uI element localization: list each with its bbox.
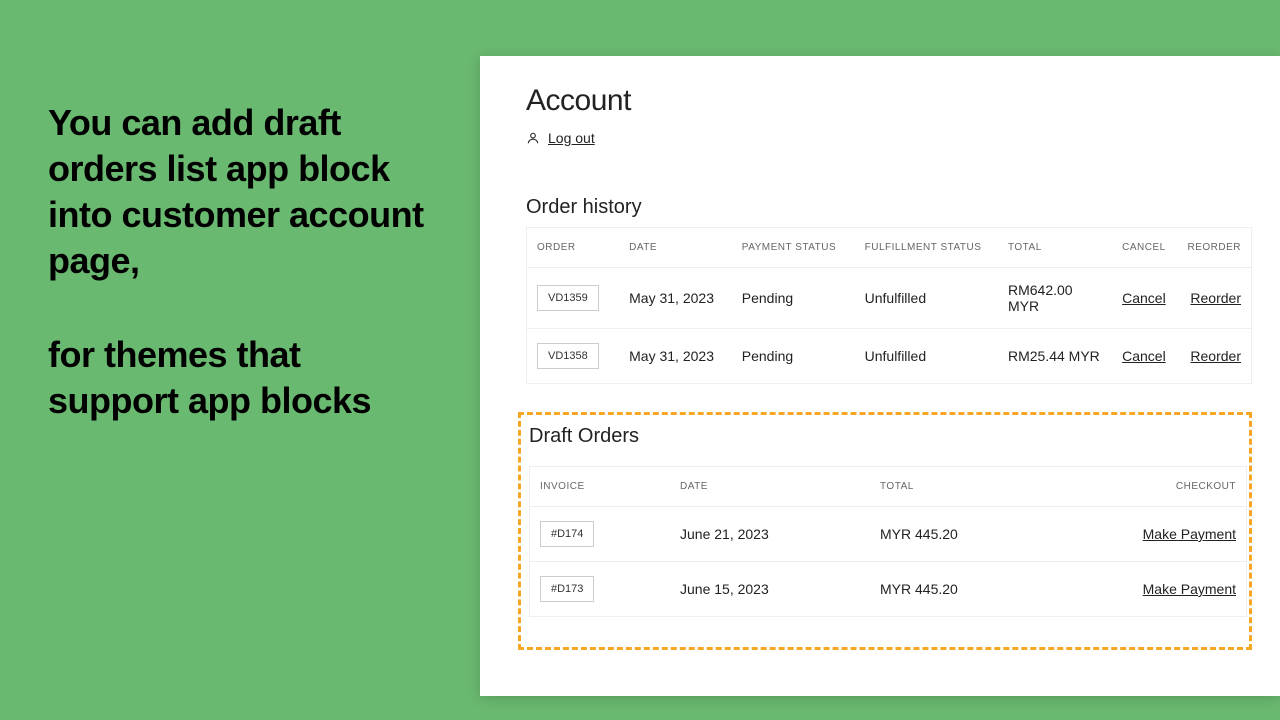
cell-total: MYR 445.20 [870, 562, 1070, 617]
cell-fulfillment: Unfulfilled [855, 329, 998, 384]
reorder-link[interactable]: Reorder [1190, 290, 1241, 306]
col-cancel: CANCEL [1111, 228, 1176, 268]
cell-date: June 15, 2023 [670, 562, 870, 617]
cell-date: June 21, 2023 [670, 507, 870, 562]
cancel-link[interactable]: Cancel [1122, 348, 1166, 364]
col-total: TOTAL [870, 467, 1070, 507]
draft-orders-highlight: Draft Orders INVOICE DATE TOTAL CHECKOUT… [518, 412, 1252, 650]
user-icon [526, 131, 540, 145]
promo-line-2: for themes that support app blocks [48, 332, 428, 424]
order-chip[interactable]: VD1358 [537, 343, 599, 369]
invoice-chip[interactable]: #D174 [540, 521, 594, 547]
col-fulfillment: FULFILLMENT STATUS [855, 228, 998, 268]
cell-date: May 31, 2023 [619, 329, 732, 384]
invoice-chip[interactable]: #D173 [540, 576, 594, 602]
promo-line-1: You can add draft orders list app block … [48, 100, 428, 284]
cancel-link[interactable]: Cancel [1122, 290, 1166, 306]
col-date: DATE [670, 467, 870, 507]
draft-orders-title: Draft Orders [529, 425, 1239, 448]
col-reorder: REORDER [1176, 228, 1251, 268]
col-total: TOTAL [998, 228, 1111, 268]
table-row: VD1359 May 31, 2023 Pending Unfulfilled … [527, 268, 1251, 329]
table-row: #D174 June 21, 2023 MYR 445.20 Make Paym… [530, 507, 1246, 562]
draft-orders-table: INVOICE DATE TOTAL CHECKOUT #D174 June 2… [529, 466, 1247, 617]
order-history-table: ORDER DATE PAYMENT STATUS FULFILLMENT ST… [526, 227, 1252, 384]
cell-fulfillment: Unfulfilled [855, 268, 998, 329]
col-order: ORDER [527, 228, 619, 268]
col-payment: PAYMENT STATUS [732, 228, 855, 268]
page-title: Account [526, 84, 1252, 118]
cell-total: RM25.44 MYR [998, 329, 1111, 384]
logout-label: Log out [548, 130, 595, 146]
reorder-link[interactable]: Reorder [1190, 348, 1241, 364]
cell-date: May 31, 2023 [619, 268, 732, 329]
table-row: #D173 June 15, 2023 MYR 445.20 Make Paym… [530, 562, 1246, 617]
col-invoice: INVOICE [530, 467, 670, 507]
order-history-title: Order history [526, 196, 1252, 219]
cell-total: MYR 445.20 [870, 507, 1070, 562]
make-payment-link[interactable]: Make Payment [1143, 526, 1236, 542]
promo-copy: You can add draft orders list app block … [48, 100, 428, 424]
col-checkout: CHECKOUT [1070, 467, 1246, 507]
cell-total: RM642.00 MYR [998, 268, 1111, 329]
logout-link[interactable]: Log out [526, 130, 595, 146]
col-date: DATE [619, 228, 732, 268]
cell-payment: Pending [732, 268, 855, 329]
order-chip[interactable]: VD1359 [537, 285, 599, 311]
table-row: VD1358 May 31, 2023 Pending Unfulfilled … [527, 329, 1251, 384]
account-panel: Account Log out Order history ORDER DATE… [480, 56, 1280, 696]
cell-payment: Pending [732, 329, 855, 384]
make-payment-link[interactable]: Make Payment [1143, 581, 1236, 597]
